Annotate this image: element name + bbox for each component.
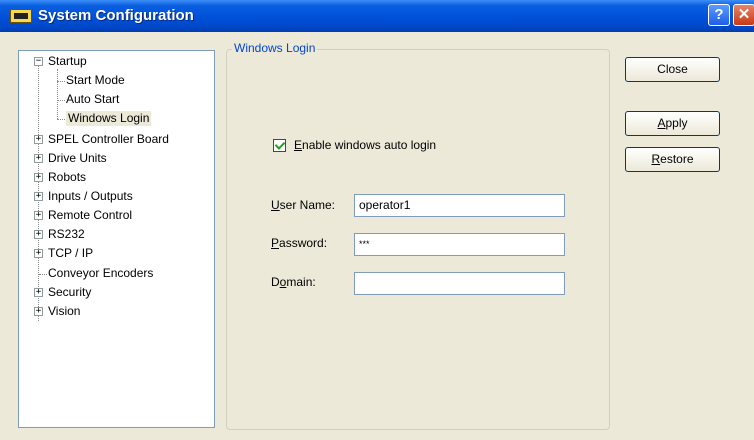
- tree-item-vision[interactable]: Vision: [46, 304, 82, 319]
- enable-auto-login-checkbox[interactable]: [273, 139, 286, 152]
- title-bar: System Configuration ? ✕: [0, 0, 754, 32]
- password-input[interactable]: ***: [354, 233, 565, 256]
- tree-item-spel-controller-board[interactable]: SPEL Controller Board: [46, 132, 171, 147]
- tree-item-robots[interactable]: Robots: [46, 170, 88, 185]
- user-name-label: User Name:: [271, 198, 336, 212]
- tree-item-tcp-ip[interactable]: TCP / IP: [46, 246, 95, 261]
- window-close-button[interactable]: ✕: [733, 4, 754, 26]
- expand-icon[interactable]: +: [34, 154, 43, 163]
- app-icon: [10, 9, 32, 23]
- expand-icon[interactable]: +: [34, 211, 43, 220]
- tree-item-rs232[interactable]: RS232: [46, 227, 87, 242]
- domain-label: Domain:: [271, 275, 316, 289]
- expand-icon[interactable]: +: [34, 307, 43, 316]
- tree-line: [57, 119, 65, 120]
- expand-icon[interactable]: +: [34, 288, 43, 297]
- close-button[interactable]: Close: [625, 57, 720, 82]
- domain-input[interactable]: [354, 272, 565, 295]
- collapse-icon[interactable]: −: [34, 57, 43, 66]
- tree-item-start-mode[interactable]: Start Mode: [64, 73, 127, 88]
- tree-item-drive-units[interactable]: Drive Units: [46, 151, 109, 166]
- enable-auto-login-label[interactable]: Enable windows auto login: [294, 138, 436, 152]
- help-button[interactable]: ?: [708, 4, 730, 26]
- config-tree[interactable]: − Startup Start Mode Auto Start Windows …: [18, 50, 215, 428]
- expand-icon[interactable]: +: [34, 173, 43, 182]
- tree-item-inputs-outputs[interactable]: Inputs / Outputs: [46, 189, 135, 204]
- tree-item-windows-login[interactable]: Windows Login: [66, 111, 152, 126]
- user-name-input[interactable]: operator1: [354, 194, 565, 217]
- tree-line: [38, 57, 39, 321]
- expand-icon[interactable]: +: [34, 192, 43, 201]
- tree-item-remote-control[interactable]: Remote Control: [46, 208, 134, 223]
- expand-icon[interactable]: +: [34, 249, 43, 258]
- tree-line: [57, 69, 58, 119]
- tree-item-security[interactable]: Security: [46, 285, 93, 300]
- password-label: Password:: [271, 236, 328, 250]
- window-title: System Configuration: [38, 7, 194, 24]
- restore-button[interactable]: Restore: [625, 147, 720, 172]
- tree-item-conveyor-encoders[interactable]: Conveyor Encoders: [46, 266, 155, 281]
- expand-icon[interactable]: +: [34, 230, 43, 239]
- tree-item-auto-start[interactable]: Auto Start: [64, 92, 121, 107]
- expand-icon[interactable]: +: [34, 135, 43, 144]
- tree-item-startup[interactable]: Startup: [46, 54, 89, 69]
- group-title: Windows Login: [232, 41, 318, 55]
- apply-button[interactable]: Apply: [625, 111, 720, 136]
